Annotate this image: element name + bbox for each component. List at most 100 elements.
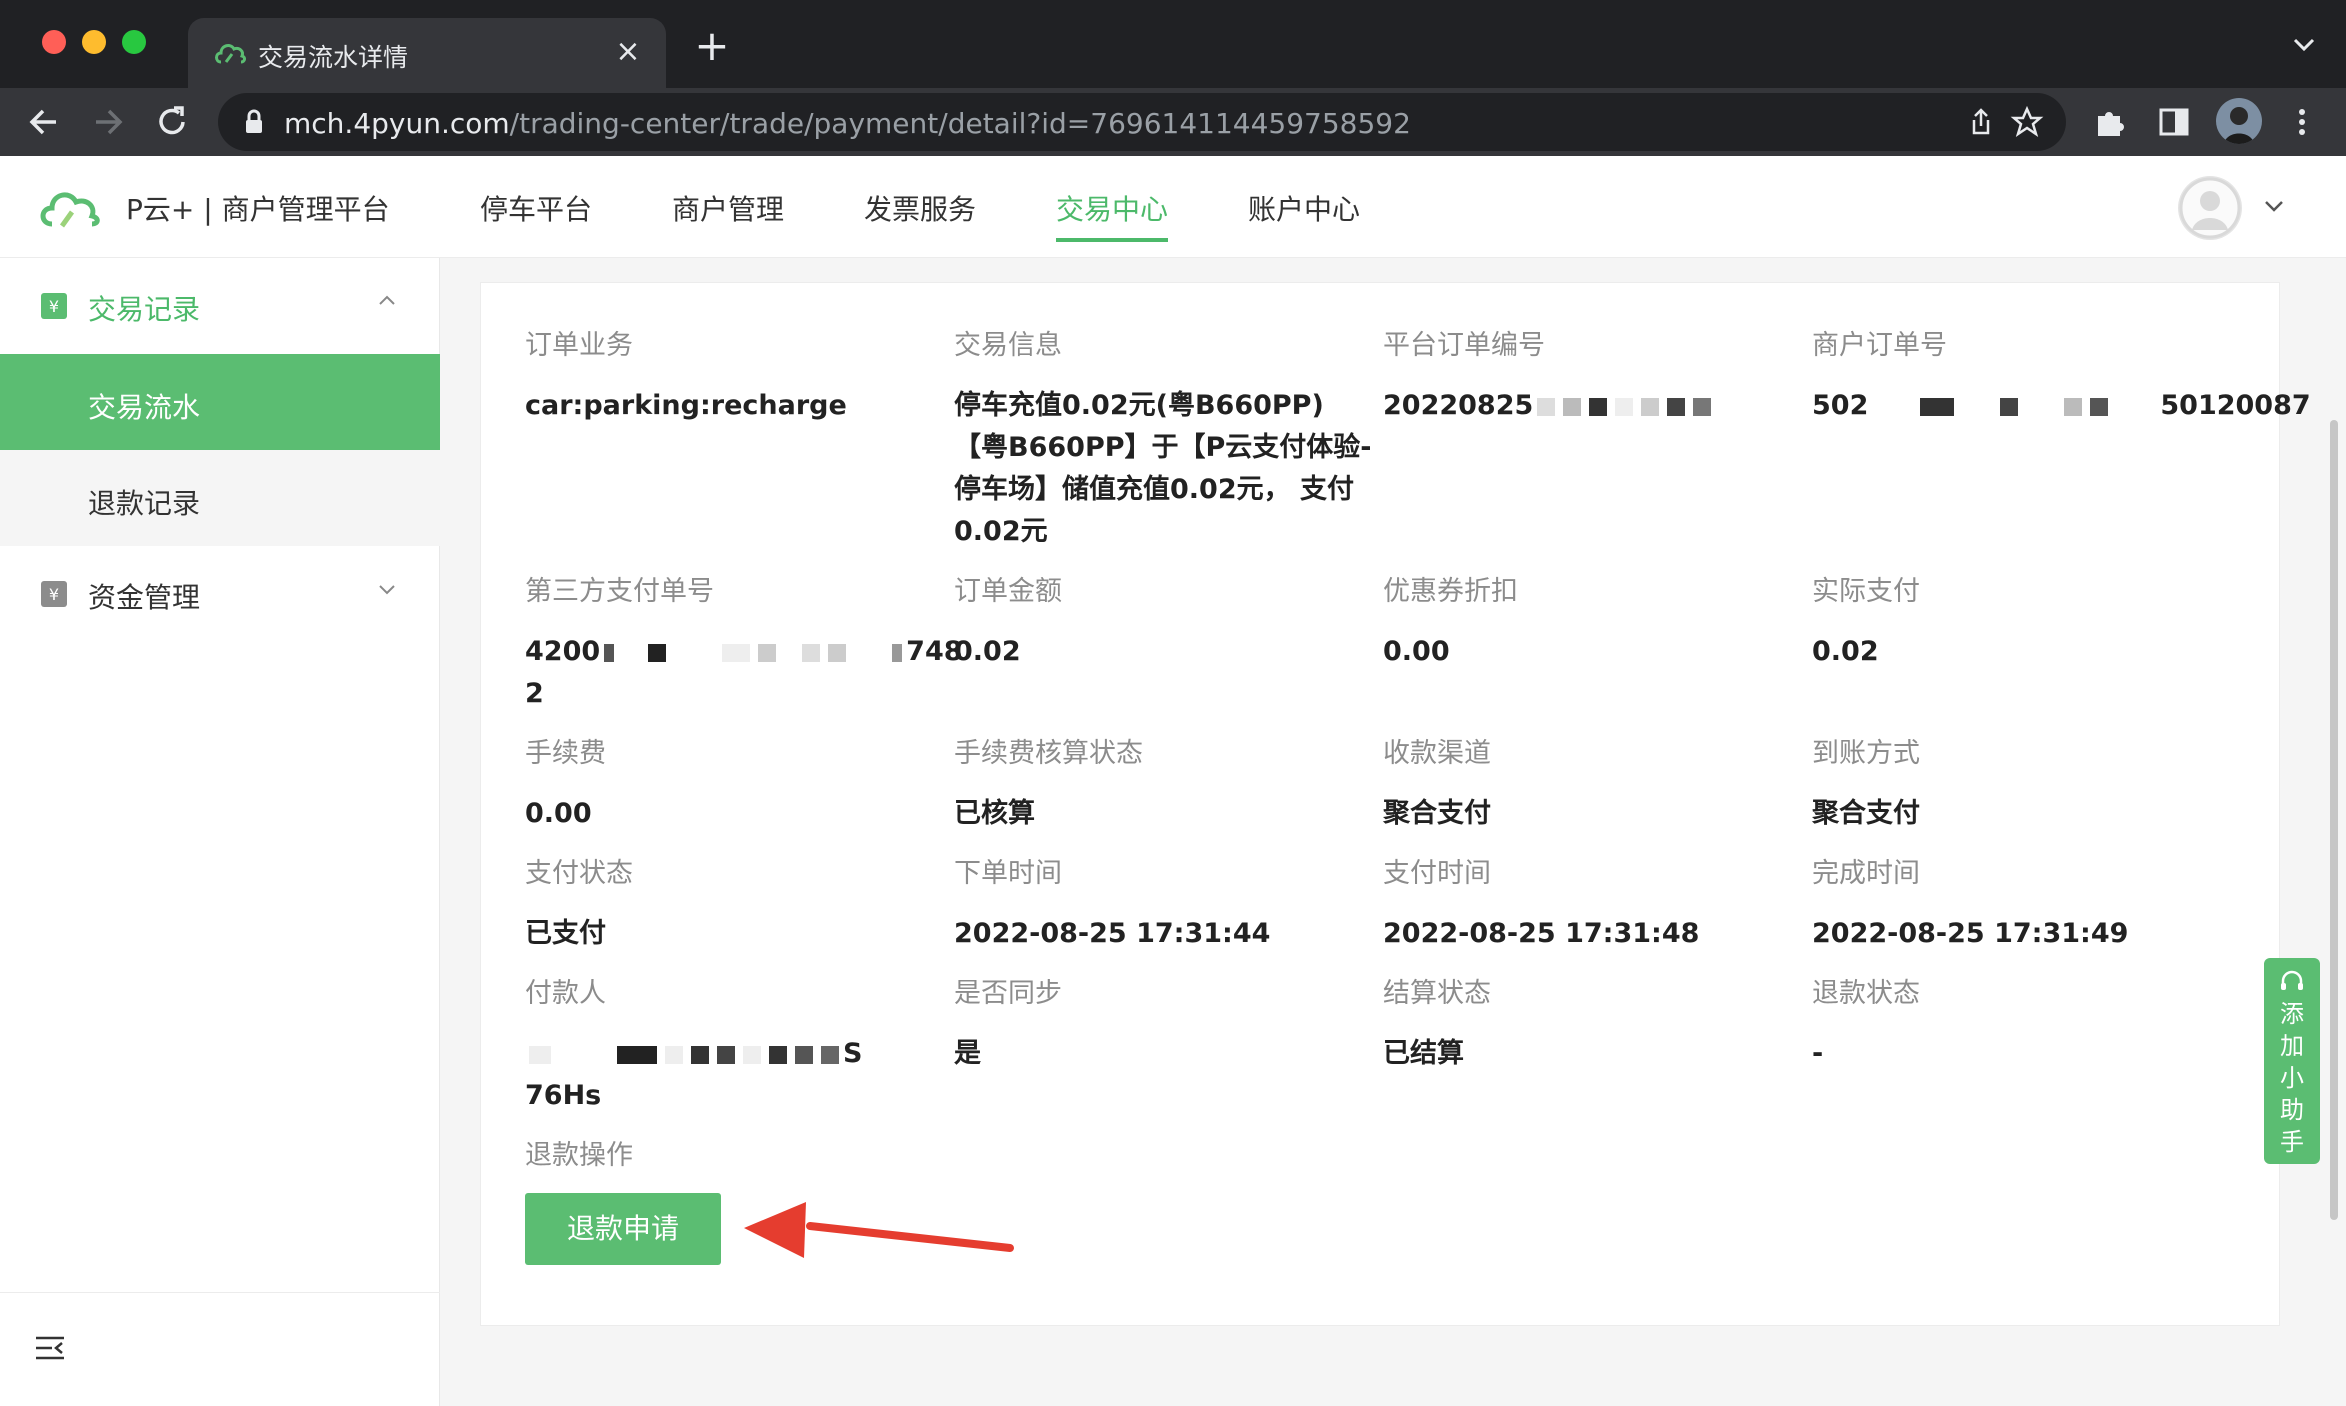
redaction-mask xyxy=(604,643,615,662)
nav-merchant[interactable]: 商户管理 xyxy=(672,188,784,228)
field-value: 停车充值0.02元(粤B660PP)【粤B660PP】于【P云支付体验-停车场】… xyxy=(954,390,1372,547)
more-vertical-icon[interactable] xyxy=(2282,102,2322,142)
field-settlement-method: 到账方式 聚合支付 xyxy=(1812,737,2232,835)
bookmark-star-icon[interactable] xyxy=(2010,105,2044,139)
redaction-mask xyxy=(784,643,795,662)
sidebar-divider xyxy=(0,1292,440,1293)
chevron-down-icon[interactable] xyxy=(2286,26,2322,62)
back-arrow-icon[interactable] xyxy=(20,98,68,146)
redaction-mask xyxy=(1962,397,1993,416)
field-value: 2022-08-25 17:31:49 xyxy=(1812,918,2129,949)
extensions-puzzle-icon[interactable] xyxy=(2090,102,2130,142)
sidebar-item-refund-records[interactable]: 退款记录 xyxy=(0,450,440,546)
nav-account[interactable]: 账户中心 xyxy=(1248,188,1360,228)
redaction-mask xyxy=(1667,397,1686,416)
nav-parking[interactable]: 停车平台 xyxy=(480,188,592,228)
field-label: 完成时间 xyxy=(1812,858,1920,889)
sidebar: ¥ 交易记录 交易流水 退款记录 ¥ 资金管理 xyxy=(0,258,440,1406)
helper-text: 添加小助手 xyxy=(2280,1000,2304,1156)
nav-invoice[interactable]: 发票服务 xyxy=(864,188,976,228)
lock-icon[interactable] xyxy=(240,107,268,137)
redaction-mask xyxy=(2064,397,2083,416)
redaction-mask xyxy=(769,1045,787,1064)
field-payment-status: 支付状态 已支付 xyxy=(525,857,945,955)
share-icon[interactable] xyxy=(1964,105,1998,139)
svg-text:¥: ¥ xyxy=(49,297,59,316)
field-label: 交易信息 xyxy=(954,330,1062,361)
redaction-mask xyxy=(2116,397,2157,416)
redaction-mask xyxy=(2026,397,2057,416)
profile-avatar[interactable] xyxy=(2216,98,2262,144)
field-value: 2022-08-25 17:31:48 xyxy=(1383,918,1700,949)
redaction-mask xyxy=(529,1045,551,1064)
field-platform-order-no: 平台订单编号 20220825 xyxy=(1383,329,1803,427)
add-assistant-button[interactable]: 添加小助手 xyxy=(2264,958,2320,1164)
redaction-mask xyxy=(1615,397,1634,416)
scrollbar-thumb[interactable] xyxy=(2330,420,2338,1220)
field-value: 4200 748 2 xyxy=(525,631,963,715)
tab-close-icon[interactable]: × xyxy=(608,32,648,72)
sidebar-group-funds[interactable]: ¥ 资金管理 xyxy=(0,546,440,642)
redaction-mask xyxy=(1920,397,1955,416)
redaction-mask xyxy=(622,643,641,662)
redaction-mask xyxy=(743,1045,761,1064)
headset-icon xyxy=(2281,970,2303,990)
ledger-yen-icon: ¥ xyxy=(41,293,67,319)
cloud-icon xyxy=(215,44,246,64)
user-avatar[interactable] xyxy=(2178,176,2242,240)
sidebar-item-label: 交易流水 xyxy=(88,391,201,424)
forward-arrow-icon[interactable] xyxy=(84,98,132,146)
field-coupon-discount: 优惠券折扣 0.00 xyxy=(1383,575,1803,673)
redaction-mask xyxy=(648,643,667,662)
sidebar-item-transactions-flow[interactable]: 交易流水 xyxy=(0,354,440,450)
close-window-button[interactable] xyxy=(42,30,66,54)
field-value: 聚合支付 xyxy=(1383,798,1491,829)
field-label: 退款操作 xyxy=(525,1140,633,1171)
minimize-window-button[interactable] xyxy=(82,30,106,54)
browser-tab[interactable]: 交易流水详情 × xyxy=(188,18,666,88)
svg-text:¥: ¥ xyxy=(49,585,59,604)
annotation-arrow-icon xyxy=(744,1202,1014,1258)
chevron-down-icon xyxy=(379,585,395,595)
address-bar[interactable]: mch.4pyun.com/trading-center/trade/payme… xyxy=(218,93,2066,151)
field-value: 0.02 xyxy=(1812,636,1879,667)
refund-request-button[interactable]: 退款申请 xyxy=(525,1193,721,1265)
reload-icon[interactable] xyxy=(148,98,196,146)
sidebar-item-label: 退款记录 xyxy=(88,487,201,520)
maximize-window-button[interactable] xyxy=(122,30,146,54)
side-panel-icon[interactable] xyxy=(2154,102,2194,142)
field-value: 20220825 xyxy=(1383,385,1803,427)
redaction-mask xyxy=(1589,397,1608,416)
field-order-amount: 订单金额 0.02 xyxy=(954,575,1374,673)
redaction-mask xyxy=(691,1045,709,1064)
field-label: 收款渠道 xyxy=(1383,738,1491,769)
field-label: 是否同步 xyxy=(954,978,1062,1009)
user-menu-chevron-icon[interactable] xyxy=(2260,192,2288,220)
field-value: 0.00 xyxy=(1383,636,1450,667)
redaction-mask xyxy=(1563,397,1582,416)
sidebar-group-transactions[interactable]: ¥ 交易记录 xyxy=(0,258,440,354)
field-label: 第三方支付单号 xyxy=(525,576,714,607)
sidebar-group-label: 交易记录 xyxy=(88,293,201,326)
field-synced: 是否同步 是 xyxy=(954,977,1374,1075)
field-merchant-order-no: 商户订单号 502 50120087 xyxy=(1812,329,2311,427)
redaction-mask xyxy=(821,1045,839,1064)
new-tab-button[interactable]: + xyxy=(690,22,734,70)
redaction-mask xyxy=(559,1045,609,1064)
field-label: 实际支付 xyxy=(1812,576,1920,607)
redaction-mask xyxy=(1872,397,1913,416)
field-value: - xyxy=(1812,1038,1824,1069)
field-label: 订单金额 xyxy=(954,576,1062,607)
redaction-mask xyxy=(828,643,847,662)
transaction-detail-card: 订单业务 car:parking:recharge 交易信息 停车充值0.02元… xyxy=(480,282,2311,1326)
field-value: 502 50120087 xyxy=(1812,385,2311,427)
collapse-sidebar-icon[interactable] xyxy=(32,1330,68,1366)
field-payment-time: 支付时间 2022-08-25 17:31:48 xyxy=(1383,857,1803,955)
masked-value-prefix: 4200 xyxy=(525,636,601,667)
field-refund-status: 退款状态 - xyxy=(1812,977,2232,1075)
field-label: 下单时间 xyxy=(954,858,1062,889)
nav-trading-center[interactable]: 交易中心 xyxy=(1056,188,1169,242)
field-completion-time: 完成时间 2022-08-25 17:31:49 xyxy=(1812,857,2232,955)
field-value: car:parking:recharge xyxy=(525,390,847,421)
field-refund-action: 退款操作 xyxy=(525,1139,945,1173)
